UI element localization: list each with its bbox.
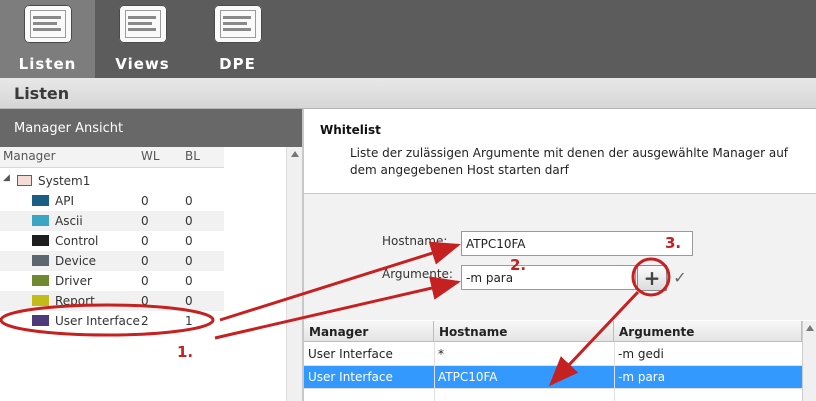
whitelist-description: Liste der zulässigen Argumente mit denen… <box>350 146 789 177</box>
table-header-argumente[interactable]: Argumente <box>614 321 802 342</box>
list-document-icon <box>214 5 262 43</box>
scroll-up-icon[interactable] <box>806 325 814 331</box>
expand-arrow-icon[interactable]: ◢ <box>3 173 10 183</box>
toolbar-views-label: Views <box>115 55 170 73</box>
tree-item-bl: 0 <box>185 234 193 248</box>
annotation-step-3: 3. <box>665 234 682 252</box>
tree-item-report[interactable]: Report 0 0 <box>0 291 224 311</box>
toolbar-listen-button[interactable]: Listen <box>0 0 95 78</box>
tree-scrollbar[interactable] <box>286 147 303 401</box>
argumente-label: Argumente: <box>382 267 453 281</box>
tree-item-wl: 0 <box>141 274 149 288</box>
tree-item-wl: 0 <box>141 254 149 268</box>
toolbar-dpe-button[interactable]: DPE <box>190 0 285 78</box>
manager-color-icon <box>32 275 49 286</box>
table-cell-hostname: ATPC10FA <box>438 370 498 384</box>
manager-color-icon <box>32 295 49 306</box>
tree-item-api[interactable]: API 0 0 <box>0 191 224 211</box>
system-icon <box>17 175 32 186</box>
tree-item-control[interactable]: Control 0 0 <box>0 231 224 251</box>
tree-item-label: Device <box>55 254 97 268</box>
table-scrollbar[interactable] <box>802 321 816 401</box>
tree-root-label: System1 <box>38 174 91 188</box>
argumente-input[interactable]: -m para <box>461 265 636 290</box>
hostname-input[interactable]: ATPC10FA <box>461 231 693 256</box>
column-header-wl[interactable]: WL <box>141 149 160 163</box>
tree-item-label: Report <box>55 294 95 308</box>
manager-color-icon <box>32 235 49 246</box>
manager-color-icon <box>32 195 49 206</box>
tree-item-bl: 0 <box>185 254 193 268</box>
scroll-up-icon[interactable] <box>291 151 299 157</box>
tree-item-wl: 2 <box>141 314 149 328</box>
table-header-manager[interactable]: Manager <box>304 321 434 342</box>
column-header-manager[interactable]: Manager <box>3 149 56 163</box>
column-header-bl[interactable]: BL <box>185 149 200 163</box>
annotation-step-1: 1. <box>177 343 194 361</box>
manager-panel-title: Manager Ansicht <box>14 121 124 136</box>
page-title: Listen <box>14 84 70 103</box>
tree-item-label: Driver <box>55 274 92 288</box>
main-toolbar: Listen Views DPE <box>0 0 816 78</box>
table-cell-manager: User Interface <box>308 370 393 384</box>
checkmark-icon[interactable]: ✓ <box>668 265 692 291</box>
tree-item-wl: 0 <box>141 294 149 308</box>
tree-item-bl: 1 <box>185 314 193 328</box>
table-row[interactable]: User Interface * -m gedi <box>304 343 802 366</box>
title-bar <box>0 78 816 109</box>
toolbar-listen-label: Listen <box>18 55 77 73</box>
whitelist-title: Whitelist <box>320 123 381 137</box>
toolbar-dpe-label: DPE <box>219 55 256 73</box>
table-header-hostname[interactable]: Hostname <box>434 321 614 342</box>
tree-item-wl: 0 <box>141 214 149 228</box>
tree-item-label: User Interface <box>55 314 140 328</box>
manager-panel-header: Manager Ansicht <box>0 109 302 147</box>
table-cell-argumente: -m gedi <box>618 347 664 361</box>
tree-item-bl: 0 <box>185 294 193 308</box>
tree-item-label: Ascii <box>55 214 83 228</box>
column-divider <box>434 342 435 401</box>
manager-color-icon <box>32 215 49 226</box>
manager-tree: Manager WL BL ◢ System1 API 0 0 Ascii 0 … <box>0 147 286 401</box>
tree-item-user-interface[interactable]: User Interface 2 1 <box>0 311 224 331</box>
tree-item-wl: 0 <box>141 194 149 208</box>
table-row-selected[interactable]: User Interface ATPC10FA -m para <box>304 366 802 389</box>
tree-item-label: Control <box>55 234 99 248</box>
manager-color-icon <box>32 255 49 266</box>
annotation-step-2: 2. <box>510 256 527 274</box>
tree-item-bl: 0 <box>185 194 193 208</box>
manager-color-icon <box>32 315 49 326</box>
whitelist-form <box>304 194 816 320</box>
whitelist-table: Manager Hostname Argumente User Interfac… <box>304 321 802 401</box>
toolbar-views-button[interactable]: Views <box>95 0 190 78</box>
tree-item-ascii[interactable]: Ascii 0 0 <box>0 211 224 231</box>
tree-item-wl: 0 <box>141 234 149 248</box>
column-divider <box>614 342 615 401</box>
add-button[interactable]: + <box>637 265 667 291</box>
tree-item-driver[interactable]: Driver 0 0 <box>0 271 224 291</box>
tree-item-device[interactable]: Device 0 0 <box>0 251 224 271</box>
table-cell-hostname: * <box>438 347 444 361</box>
list-document-icon <box>119 5 167 43</box>
tree-item-bl: 0 <box>185 274 193 288</box>
tree-item-bl: 0 <box>185 214 193 228</box>
list-document-icon <box>24 5 72 43</box>
tree-item-label: API <box>55 194 74 208</box>
table-cell-manager: User Interface <box>308 347 393 361</box>
table-cell-argumente: -m para <box>618 370 666 384</box>
tree-root-system1[interactable]: ◢ System1 <box>0 171 224 191</box>
hostname-label: Hostname: <box>382 234 448 248</box>
